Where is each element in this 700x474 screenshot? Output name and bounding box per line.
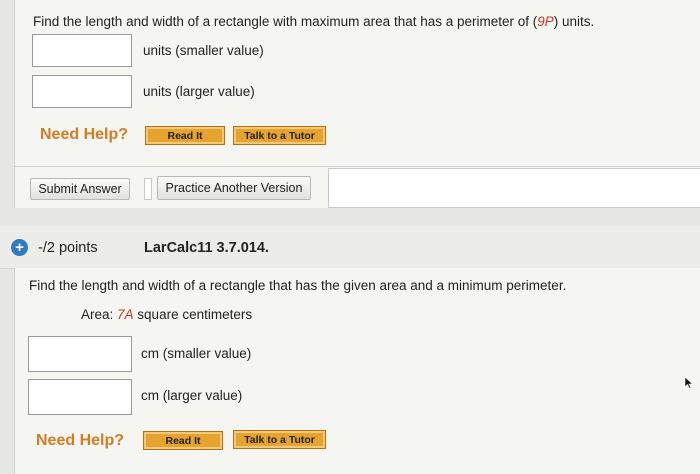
submit-answer-button[interactable]: Submit Answer — [30, 178, 130, 200]
q1-larger-unit-label: units (larger value) — [143, 84, 255, 99]
plus-circle-icon[interactable]: + — [11, 239, 28, 256]
mouse-pointer-icon — [684, 377, 694, 389]
question-1-panel: Find the length and width of a rectangle… — [14, 0, 700, 208]
q2-need-help-label: Need Help? — [36, 432, 125, 449]
q1-divider — [15, 166, 700, 167]
q2-smaller-unit-label: cm (smaller value) — [141, 346, 252, 361]
q1-smaller-unit-label: units (smaller value) — [143, 43, 264, 58]
q2-smaller-value-input[interactable] — [28, 336, 132, 372]
q2-read-it-button[interactable]: Read It — [143, 431, 223, 450]
practice-another-version-button[interactable]: Practice Another Version — [157, 176, 311, 200]
q2-area-line: Area: 7A square centimeters — [81, 307, 253, 322]
q1-smaller-value-input[interactable] — [32, 34, 132, 67]
q2-points: -/2 points — [38, 240, 98, 256]
q1-larger-value-input[interactable] — [32, 75, 132, 108]
q1-need-help-label: Need Help? — [40, 126, 129, 143]
q2-larger-unit-label: cm (larger value) — [141, 388, 243, 403]
perimeter-variable: 9P — [537, 14, 554, 29]
question-2-prompt: Find the length and width of a rectangle… — [29, 278, 567, 293]
q1-read-it-button[interactable]: Read It — [145, 126, 225, 145]
q1-talk-to-tutor-button[interactable]: Talk to a Tutor — [233, 126, 326, 145]
q2-problem-id: LarCalc11 3.7.014. — [144, 240, 269, 256]
question-1-prompt: Find the length and width of a rectangle… — [33, 14, 595, 29]
q1-empty-area — [328, 168, 700, 208]
question-2-panel: Find the length and width of a rectangle… — [14, 268, 700, 474]
area-variable: 7A — [117, 307, 134, 322]
q2-talk-to-tutor-button[interactable]: Talk to a Tutor — [233, 430, 326, 449]
q1-spacer-field — [144, 178, 152, 200]
question-2-header: + -/2 points LarCalc11 3.7.014. — [0, 226, 700, 269]
q2-larger-value-input[interactable] — [28, 379, 132, 415]
